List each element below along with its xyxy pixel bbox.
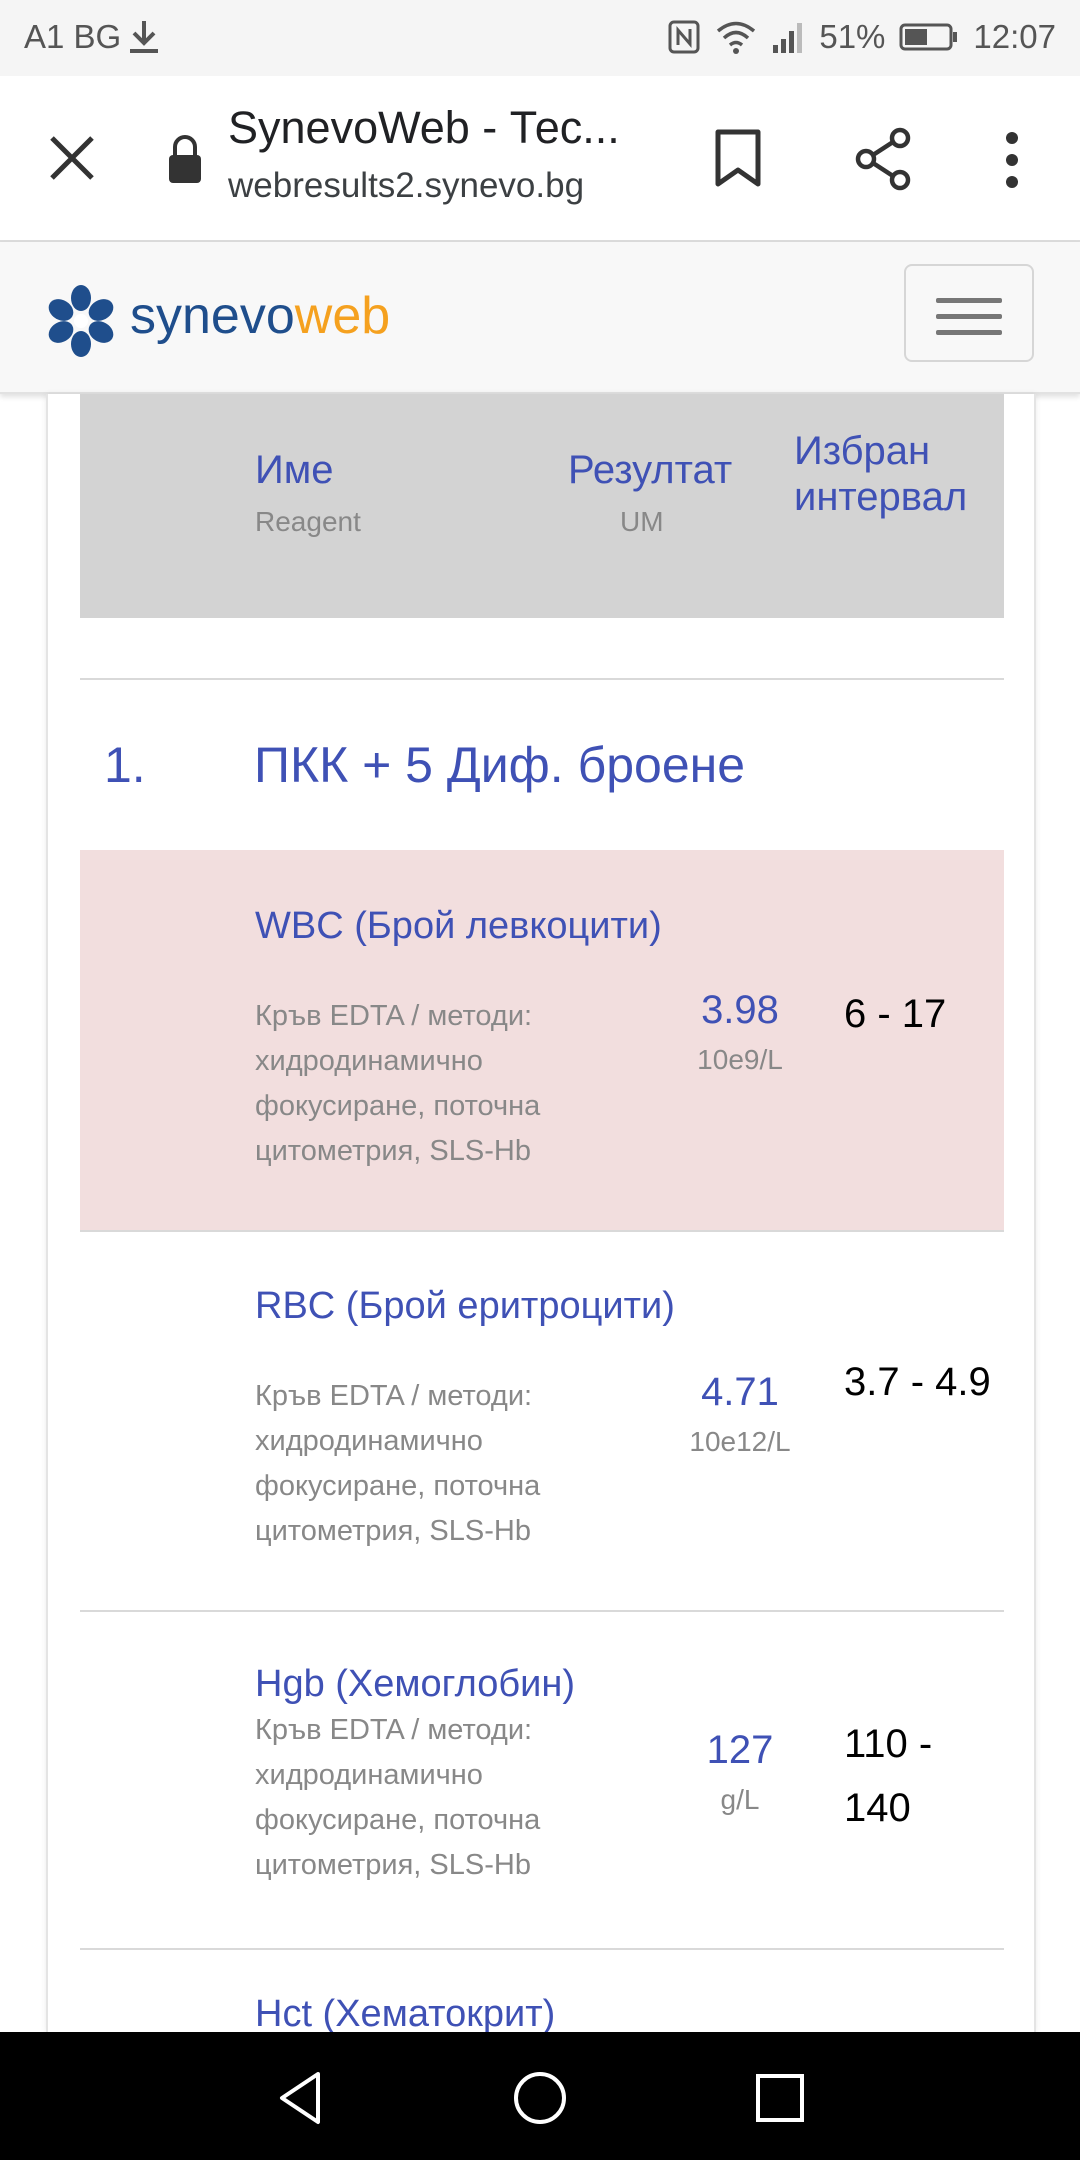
system-nav-bar — [0, 2032, 1080, 2160]
synevo-logo[interactable] — [44, 284, 118, 358]
result-unit: 10e12/L — [689, 1426, 791, 1457]
bookmark-icon[interactable] — [708, 126, 768, 190]
carrier-label: A1 BG — [24, 18, 122, 55]
test-description: Кръв EDTA / методи: хидродинамично фокус… — [255, 1000, 541, 1167]
group-number: 1. — [104, 737, 146, 793]
test-description: Кръв EDTA / методи: хидродинамично фокус… — [255, 1714, 541, 1881]
group-title: ПКК + 5 Диф. броене — [254, 737, 746, 793]
wifi-icon — [717, 21, 756, 54]
brand-name[interactable]: synevoweb — [130, 286, 390, 346]
lock-icon — [169, 135, 201, 183]
brand-part-web: web — [294, 287, 391, 345]
url-text[interactable]: webresults2.synevo.bg — [228, 166, 584, 206]
close-icon[interactable] — [40, 126, 104, 190]
result-unit: 10e9/L — [697, 1044, 783, 1075]
table-row[interactable]: Hgb (Хемоглобин) Кръв EDTA / методи: хид… — [80, 1612, 1004, 1948]
divider — [80, 678, 1004, 680]
header-name-sub: Reagent — [255, 506, 361, 537]
battery-icon — [899, 23, 958, 51]
back-triangle-icon[interactable] — [270, 2068, 330, 2128]
hamburger-icon — [936, 330, 1002, 335]
table-row[interactable]: RBC (Брой еритроцити) Кръв EDTA / методи… — [80, 1232, 1004, 1612]
more-vert-icon[interactable] — [992, 128, 1032, 192]
header-interval: Избран интервал — [794, 429, 968, 519]
hamburger-menu-button[interactable] — [904, 264, 1034, 362]
reference-range: 110 - 140 — [844, 1722, 933, 1830]
signal-icon — [773, 23, 803, 53]
test-name: RBC (Брой еритроцити) — [255, 1285, 675, 1327]
result-value: 3.98 — [701, 988, 779, 1032]
table-row[interactable]: WBC (Брой левкоцити) Кръв EDTA / методи:… — [80, 850, 1004, 1230]
status-bar: A1 BG 51% 12:07 — [0, 0, 1080, 76]
table-header: Име Reagent Резултат UM Избран интервал — [80, 394, 1004, 618]
result-value: 4.71 — [701, 1370, 779, 1414]
results-card: Име Reagent Резултат UM Избран интервал … — [46, 394, 1036, 2034]
header-name: Име — [255, 448, 334, 492]
header-result: Резултат — [568, 448, 733, 492]
browser-toolbar: SynevoWeb - Тес... webresults2.synevo.bg — [0, 76, 1080, 242]
site-header: synevoweb — [0, 242, 1080, 394]
battery-percent: 51% — [819, 18, 886, 55]
recents-square-icon[interactable] — [750, 2068, 810, 2128]
test-name: WBC (Брой левкоцити) — [255, 905, 662, 947]
table-row[interactable]: Hct (Хематокрит) — [80, 1950, 1004, 2034]
test-name: Hgb (Хемоглобин) — [255, 1663, 576, 1705]
hamburger-icon — [936, 314, 1002, 319]
header-result-sub: UM — [620, 506, 664, 537]
test-description: Кръв EDTA / методи: хидродинамично фокус… — [255, 1380, 541, 1547]
test-name: Hct (Хематокрит) — [255, 1993, 556, 2034]
share-icon[interactable] — [848, 124, 918, 194]
hamburger-icon — [936, 298, 1002, 303]
home-circle-icon[interactable] — [508, 2068, 572, 2128]
reference-range: 6 - 17 — [844, 992, 947, 1036]
nfc-icon — [668, 20, 700, 54]
reference-range: 3.7 - 4.9 — [844, 1360, 991, 1404]
page-title: SynevoWeb - Тес... — [228, 102, 620, 153]
brand-part-synevo: synevo — [130, 287, 295, 345]
download-icon — [130, 21, 159, 53]
result-value: 127 — [706, 1728, 774, 1772]
result-unit: g/L — [720, 1784, 760, 1815]
clock: 12:07 — [973, 18, 1056, 55]
